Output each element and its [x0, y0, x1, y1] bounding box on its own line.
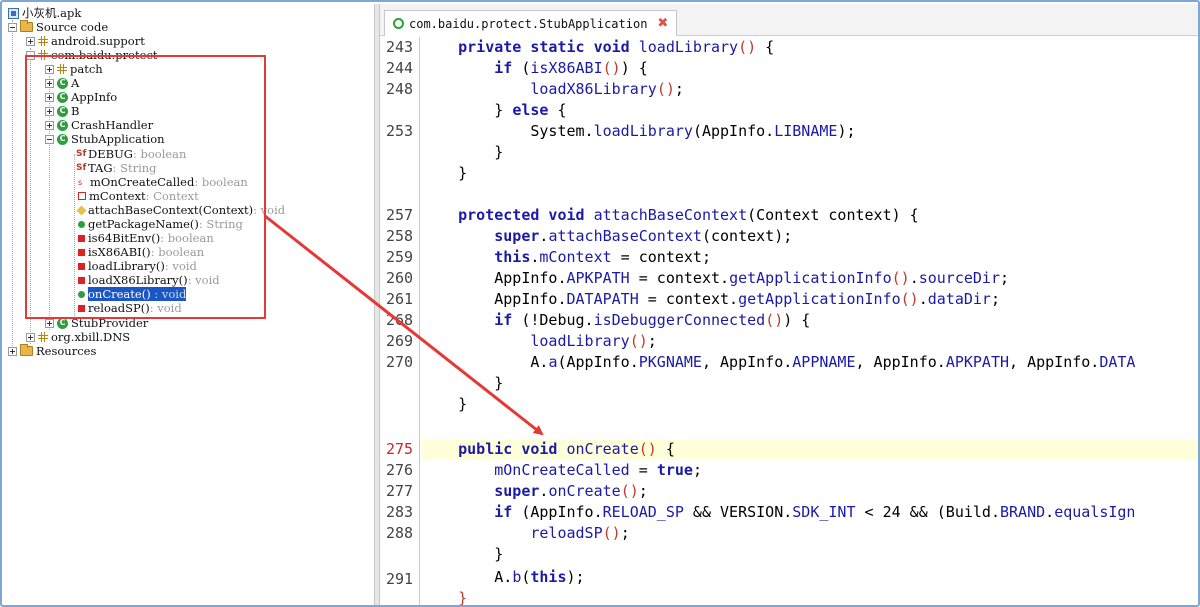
- line-number: 244: [386, 59, 414, 77]
- code-line: } else {: [422, 101, 567, 119]
- line-number: 261: [386, 290, 414, 308]
- code-line: }: [422, 545, 504, 563]
- code-line: super.attachBaseContext(context);: [494, 227, 793, 245]
- code-line-current: public void onCreate() {: [422, 439, 1198, 460]
- line-number: 260: [386, 269, 414, 287]
- folder-icon: [20, 344, 33, 356]
- expand-icon[interactable]: [26, 36, 35, 46]
- line-number-current: 275: [386, 440, 414, 458]
- code-line: }: [422, 395, 468, 413]
- line-number: 269: [386, 332, 414, 350]
- code-line: A.b(this);: [422, 568, 585, 586]
- tree-root[interactable]: 小灰机.apk: [8, 6, 81, 20]
- code-line: }: [458, 589, 468, 605]
- line-number: 248: [386, 80, 414, 98]
- code-line: AppInfo.APKPATH = context.getApplication…: [422, 269, 1010, 287]
- code-line: mOnCreateCalled = true;: [494, 461, 702, 479]
- tab-bar: com.baidu.protect.StubApplication ✖: [380, 4, 1198, 36]
- code-line: AppInfo.DATAPATH = context.getApplicatio…: [422, 290, 1000, 308]
- expand-icon[interactable]: [8, 346, 17, 356]
- code-line: }: [422, 164, 468, 182]
- code-line: if (!Debug.isDebuggerConnected()) {: [494, 311, 811, 329]
- code-line: if (AppInfo.RELOAD_SP && VERSION.SDK_INT…: [494, 503, 1136, 521]
- line-number: 276: [386, 461, 414, 479]
- line-number: 270: [386, 353, 414, 371]
- package-icon: [38, 332, 48, 342]
- line-number: 257: [386, 206, 414, 224]
- code-area[interactable]: private static void loadLibrary() { if (…: [422, 37, 1198, 605]
- code-line: }: [422, 374, 504, 392]
- line-number: 288: [386, 524, 414, 542]
- line-number: 243: [386, 38, 414, 56]
- annotation-box: [25, 55, 266, 319]
- tree-android-support-label: android.support: [51, 34, 145, 48]
- code-line: loadLibrary();: [530, 332, 657, 350]
- app-window: 小灰机.apk Source code android.support com.…: [0, 0, 1200, 607]
- collapse-icon[interactable]: [8, 22, 17, 32]
- code-line: A.a(AppInfo.PKGNAME, AppInfo.APPNAME, Ap…: [422, 353, 1136, 371]
- expand-icon[interactable]: [45, 318, 54, 328]
- line-number: 258: [386, 227, 414, 245]
- tree-root-label: 小灰机.apk: [22, 6, 82, 20]
- expand-icon[interactable]: [26, 332, 35, 342]
- tab-stubapplication[interactable]: com.baidu.protect.StubApplication ✖: [384, 10, 678, 36]
- tree-org-xbill-dns[interactable]: org.xbill.DNS: [26, 330, 130, 344]
- line-number: 291: [386, 570, 414, 588]
- code-line: this.mContext = context;: [494, 248, 711, 266]
- tree-resources[interactable]: Resources: [8, 344, 96, 358]
- line-number: 259: [386, 248, 414, 266]
- code-line: super.onCreate();: [494, 482, 648, 500]
- line-number: 283: [386, 503, 414, 521]
- code-line: System.loadLibrary(AppInfo.LIBNAME);: [422, 122, 856, 140]
- code-line: if (isX86ABI()) {: [494, 59, 648, 77]
- line-number: 253: [386, 122, 414, 140]
- class-icon: C: [57, 317, 68, 329]
- code-line: protected void attachBaseContext(Context…: [458, 206, 919, 224]
- apk-icon: [8, 7, 19, 19]
- code-line: loadX86Library();: [530, 80, 684, 98]
- project-tree[interactable]: 小灰机.apk Source code android.support com.…: [4, 4, 374, 605]
- code-editor[interactable]: com.baidu.protect.StubApplication ✖ priv…: [380, 4, 1198, 605]
- package-icon: [38, 36, 48, 46]
- tree-resources-label: Resources: [36, 344, 97, 358]
- close-icon[interactable]: ✖: [657, 16, 668, 31]
- code-line: }: [422, 143, 504, 161]
- tree-xbill-label: org.xbill.DNS: [51, 330, 131, 344]
- tree-source-code[interactable]: Source code: [8, 20, 108, 34]
- code-line: reloadSP();: [530, 524, 630, 542]
- tab-title: com.baidu.protect.StubApplication: [409, 16, 648, 31]
- line-number: 277: [386, 482, 414, 500]
- line-number: 268: [386, 311, 414, 329]
- class-icon: [393, 18, 404, 29]
- tree-android-support[interactable]: android.support: [26, 34, 145, 48]
- folder-icon: [20, 20, 33, 32]
- tree-source-code-label: Source code: [36, 20, 109, 34]
- code-line: private static void loadLibrary() {: [458, 38, 775, 56]
